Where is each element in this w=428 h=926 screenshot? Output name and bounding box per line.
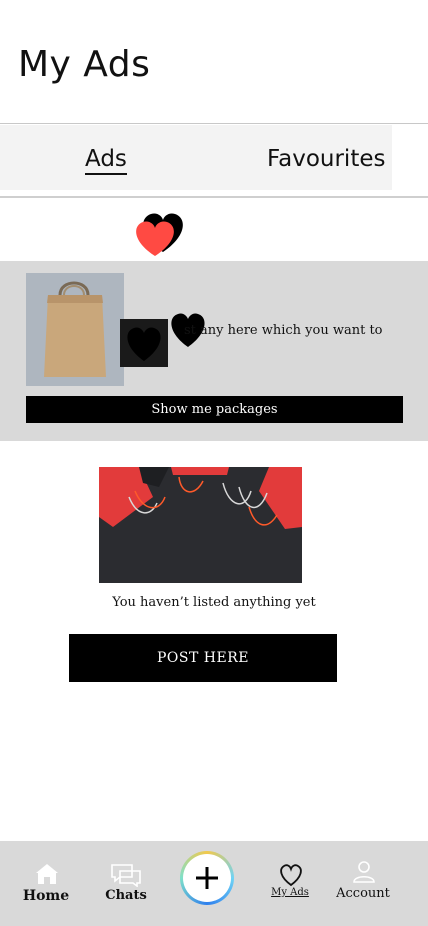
home-icon bbox=[36, 864, 58, 884]
shopping-bag-image bbox=[26, 273, 124, 386]
promo-text: st any here which you want to bbox=[184, 323, 383, 338]
empty-state-message: You haven’t listed anything yet bbox=[112, 595, 316, 610]
page-title: My Ads bbox=[18, 44, 151, 85]
nav-item-my-ads[interactable]: My Ads bbox=[262, 841, 318, 911]
nav-label-account: Account bbox=[336, 886, 390, 901]
add-listing-button[interactable] bbox=[180, 851, 234, 905]
divider bbox=[0, 196, 428, 198]
heart-icon bbox=[136, 213, 183, 256]
nav-item-home[interactable]: Home bbox=[20, 841, 72, 911]
heart-outline-icon bbox=[280, 864, 302, 887]
heart-icon bbox=[120, 313, 205, 367]
post-here-button[interactable]: POST HERE bbox=[69, 634, 337, 682]
shopping-bags-image bbox=[99, 467, 302, 583]
nav-label-my-ads: My Ads bbox=[271, 887, 309, 898]
plus-icon bbox=[196, 867, 218, 889]
show-packages-button[interactable]: Show me packages bbox=[26, 396, 403, 423]
nav-label-home: Home bbox=[22, 888, 70, 904]
nav-label-chats: Chats bbox=[105, 888, 147, 903]
person-icon bbox=[353, 861, 375, 883]
divider bbox=[0, 123, 428, 124]
tab-ads[interactable]: Ads bbox=[85, 146, 127, 175]
tab-favourites[interactable]: Favourites bbox=[267, 146, 385, 172]
nav-item-chats[interactable]: Chats bbox=[100, 841, 152, 911]
nav-item-account[interactable]: Account bbox=[334, 841, 392, 911]
chat-icon bbox=[111, 864, 141, 887]
